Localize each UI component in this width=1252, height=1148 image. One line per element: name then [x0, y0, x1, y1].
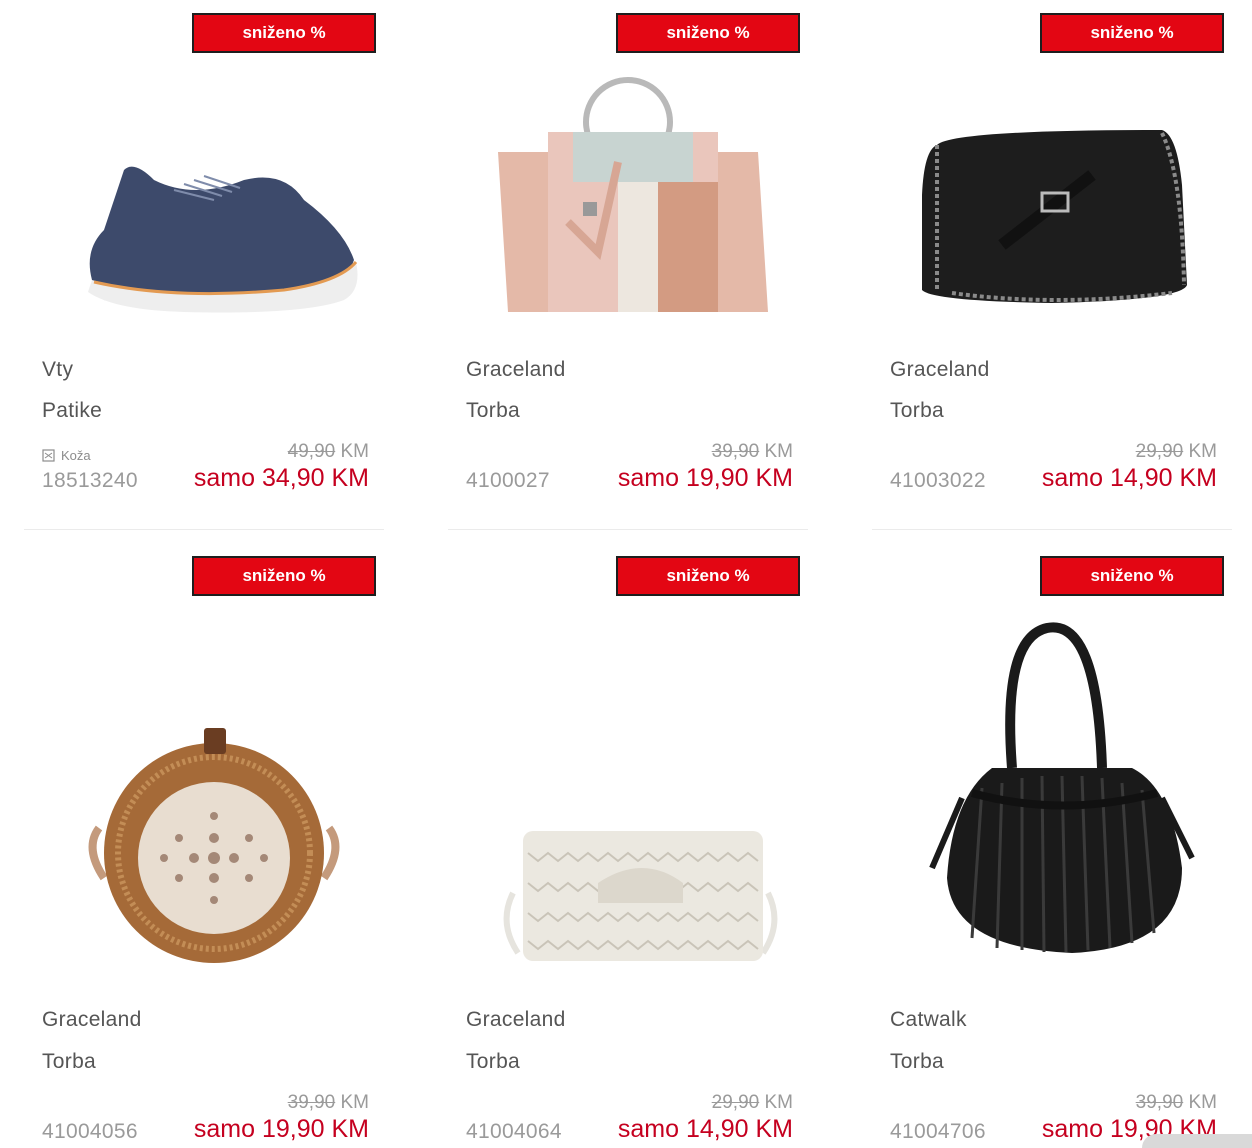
- white-clutch-bag-icon[interactable]: [468, 823, 808, 963]
- old-price-currency: KM: [764, 441, 794, 462]
- product-type: Torba: [466, 399, 521, 422]
- new-price: samo 19,90 KM: [617, 464, 793, 492]
- new-price: samo 14,90 KM: [1041, 464, 1217, 492]
- new-price: samo 34,90 KM: [193, 464, 369, 492]
- product-sku: 41004064: [466, 1120, 562, 1143]
- divider: [24, 529, 384, 530]
- product-card[interactable]: sniženo % Vty Patike Koža 18513240 49,90…: [24, 0, 384, 540]
- product-type: Torba: [890, 1050, 945, 1073]
- product-type: Patike: [42, 399, 103, 422]
- product-card[interactable]: sniženo % Graceland Torba 41004064 29,90…: [448, 543, 808, 1148]
- product-material: Koža: [42, 448, 91, 463]
- product-sku: 41004706: [890, 1120, 986, 1143]
- old-price: 39,90 KM: [1136, 1092, 1217, 1114]
- product-sku: 4100027: [466, 469, 550, 492]
- product-sku: 18513240: [42, 469, 138, 492]
- product-card[interactable]: sniženo % Catwalk Torba 41004706 39,90 K…: [872, 543, 1232, 1148]
- old-price: 29,90 KM: [712, 1092, 793, 1114]
- old-price-currency: KM: [340, 441, 370, 462]
- round-rattan-bag-icon[interactable]: [44, 728, 384, 963]
- sneaker-icon[interactable]: [44, 140, 384, 320]
- old-price-currency: KM: [1188, 1092, 1218, 1113]
- sale-badge[interactable]: sniženo %: [616, 13, 800, 53]
- material-label: Koža: [61, 448, 91, 463]
- old-price: 29,90 KM: [1136, 441, 1217, 463]
- new-price: samo 14,90 KM: [617, 1115, 793, 1143]
- product-brand: Graceland: [466, 1008, 566, 1031]
- product-card[interactable]: sniženo % Graceland Torba 41003022 29,90…: [872, 0, 1232, 540]
- leather-icon: [42, 449, 55, 462]
- product-brand: Catwalk: [890, 1008, 967, 1031]
- pink-handbag-icon[interactable]: [468, 72, 808, 317]
- black-bucket-bag-icon[interactable]: [892, 618, 1232, 963]
- sale-badge[interactable]: sniženo %: [1040, 13, 1224, 53]
- product-type: Torba: [890, 399, 945, 422]
- old-price-value: 39,90: [711, 441, 760, 462]
- product-brand: Vty: [42, 358, 74, 381]
- old-price-value: 39,90: [287, 1092, 336, 1113]
- black-chain-bag-icon[interactable]: [892, 115, 1232, 310]
- sale-badge[interactable]: sniženo %: [192, 13, 376, 53]
- old-price-value: 39,90: [1135, 1092, 1184, 1113]
- product-sku: 41004056: [42, 1120, 138, 1143]
- sale-badge[interactable]: sniženo %: [616, 556, 800, 596]
- old-price-currency: KM: [1188, 441, 1218, 462]
- sale-badge[interactable]: sniženo %: [192, 556, 376, 596]
- product-brand: Graceland: [466, 358, 566, 381]
- old-price-currency: KM: [764, 1092, 794, 1113]
- divider: [448, 529, 808, 530]
- product-type: Torba: [466, 1050, 521, 1073]
- old-price-value: 49,90: [287, 441, 336, 462]
- sale-badge[interactable]: sniženo %: [1040, 556, 1224, 596]
- product-card[interactable]: sniženo % Graceland Torba 41004056 39,90…: [24, 543, 384, 1148]
- product-type: Torba: [42, 1050, 97, 1073]
- old-price-currency: KM: [340, 1092, 370, 1113]
- old-price-value: 29,90: [711, 1092, 760, 1113]
- old-price: 39,90 KM: [712, 441, 793, 463]
- scroll-indicator: [1142, 1134, 1252, 1148]
- new-price: samo 19,90 KM: [193, 1115, 369, 1143]
- product-card[interactable]: sniženo % Graceland Torba 4100027 39,90 …: [448, 0, 808, 540]
- divider: [872, 529, 1232, 530]
- old-price: 49,90 KM: [288, 441, 369, 463]
- product-brand: Graceland: [890, 358, 990, 381]
- product-sku: 41003022: [890, 469, 986, 492]
- product-brand: Graceland: [42, 1008, 142, 1031]
- old-price-value: 29,90: [1135, 441, 1184, 462]
- old-price: 39,90 KM: [288, 1092, 369, 1114]
